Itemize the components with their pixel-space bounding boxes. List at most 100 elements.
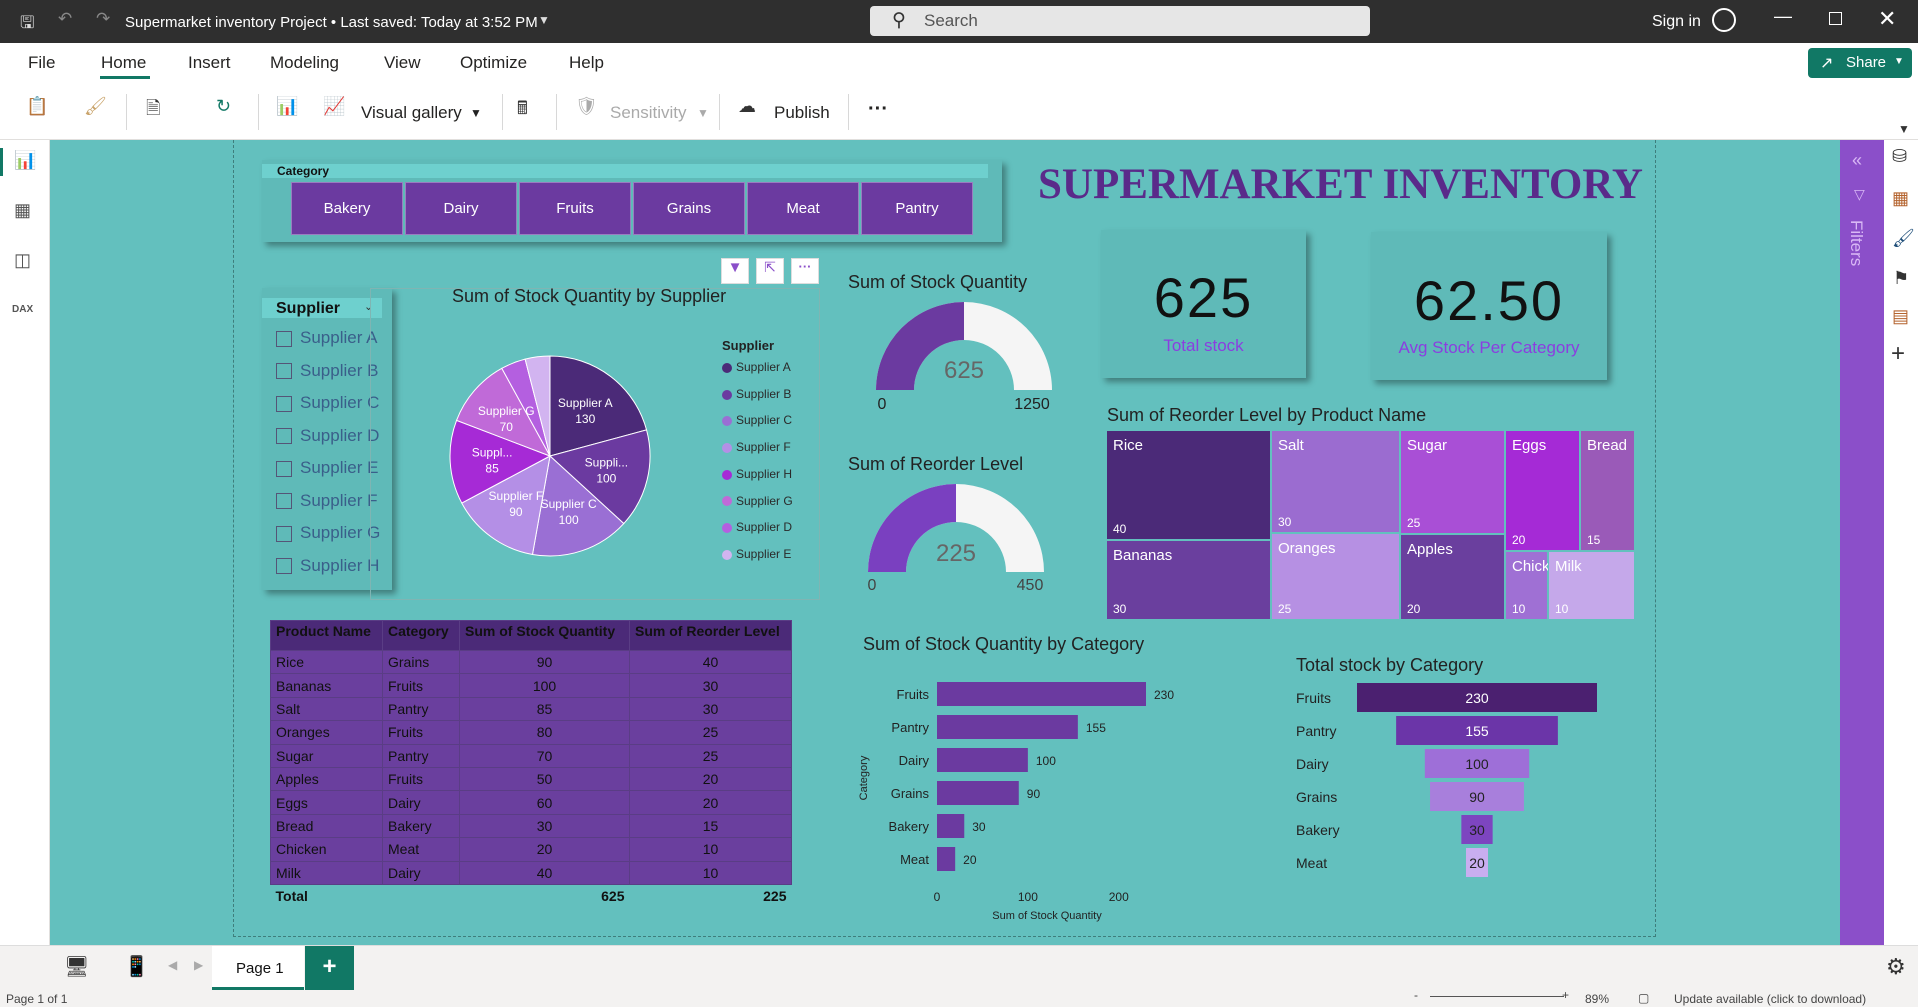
menu-optimize[interactable]: Optimize <box>460 53 527 73</box>
more-options-button[interactable]: ··· <box>868 98 888 121</box>
legend-item[interactable]: Supplier E <box>722 547 791 561</box>
table-row[interactable]: Oranges Fruits 80 25 <box>270 720 792 745</box>
maximize-icon[interactable] <box>1829 12 1842 25</box>
table-row[interactable]: Eggs Dairy 60 20 <box>270 790 792 815</box>
checkbox[interactable] <box>276 525 292 542</box>
supplier-option[interactable]: Supplier C <box>276 393 379 413</box>
expand-icon[interactable]: « <box>1852 150 1862 171</box>
menu-modeling[interactable]: Modeling <box>270 53 339 73</box>
supplier-option[interactable]: Supplier G <box>276 523 380 543</box>
visual-gallery-button[interactable]: Visual gallery <box>361 103 462 123</box>
checkbox[interactable] <box>276 460 292 477</box>
category-button-grains[interactable]: Grains <box>633 182 745 235</box>
menu-view[interactable]: View <box>384 53 421 73</box>
category-button-dairy[interactable]: Dairy <box>405 182 517 235</box>
legend-item[interactable]: Supplier B <box>722 387 791 401</box>
column-header[interactable]: Category <box>382 620 460 651</box>
mobile-view-icon[interactable]: 📱 <box>124 954 149 979</box>
focus-mode-icon[interactable]: ⇱ <box>756 258 784 284</box>
supplier-option[interactable]: Supplier F <box>276 491 377 511</box>
table-row[interactable]: Salt Pantry 85 30 <box>270 696 792 722</box>
kpi-card-avg-stock[interactable]: 62.50 Avg Stock Per Category <box>1371 232 1607 380</box>
selection-pane-icon[interactable]: ▤ <box>1892 306 1909 327</box>
legend-item[interactable]: Supplier H <box>722 467 792 481</box>
paste-icon[interactable]: 📋 <box>26 96 48 117</box>
treemap-tile[interactable]: Bananas 30 <box>1106 540 1271 620</box>
legend-item[interactable]: Supplier F <box>722 440 791 454</box>
zoom-slider[interactable] <box>1430 996 1564 997</box>
bookmark-icon[interactable]: ⚑ <box>1893 268 1909 289</box>
data-pane-icon[interactable]: ⛁ <box>1892 146 1907 167</box>
checkbox[interactable] <box>276 558 292 575</box>
menu-help[interactable]: Help <box>569 53 604 73</box>
visualizations-pane-icon[interactable]: ▦ <box>1892 188 1909 209</box>
close-icon[interactable]: ✕ <box>1878 6 1896 32</box>
treemap-tile[interactable]: Chicken 10 <box>1505 551 1566 620</box>
category-button-meat[interactable]: Meat <box>747 182 859 235</box>
table-row[interactable]: Apples Fruits 50 20 <box>270 766 792 792</box>
checkbox[interactable] <box>276 363 292 380</box>
category-button-pantry[interactable]: Pantry <box>861 182 973 235</box>
chevron-down-icon[interactable]: ▼ <box>470 106 482 120</box>
report-view-icon[interactable]: 📊 <box>14 150 36 171</box>
treemap-tile[interactable]: Bread 15 <box>1580 430 1635 551</box>
minimize-icon[interactable]: — <box>1774 6 1792 27</box>
menu-insert[interactable]: Insert <box>188 53 231 73</box>
fit-page-icon[interactable]: ▢ <box>1638 991 1649 1005</box>
table-row[interactable]: Sugar Pantry 70 25 <box>270 743 792 768</box>
checkbox[interactable] <box>276 493 292 510</box>
format-painter-icon[interactable]: 🖌 <box>84 96 107 117</box>
format-pane-icon[interactable]: 🖌 <box>1892 228 1915 249</box>
avatar-icon[interactable] <box>1712 8 1736 32</box>
table-row[interactable]: Rice Grains 90 40 <box>270 649 792 675</box>
table-row[interactable]: Chicken Meat 20 10 <box>270 837 792 862</box>
zoom-in-icon[interactable]: + <box>1562 988 1569 1002</box>
supplier-option[interactable]: Supplier A <box>276 328 378 348</box>
treemap-tile[interactable]: Milk 10 <box>1548 551 1635 620</box>
chevron-down-icon[interactable]: ▼ <box>538 13 550 27</box>
bar-chart[interactable]: Fruits 230 Pantry 155 Dairy 100 Grains 90 Bakery… <box>855 660 1245 930</box>
next-page-icon[interactable]: ▶ <box>194 958 203 972</box>
treemap-tile[interactable]: Eggs 20 <box>1505 430 1580 551</box>
legend-item[interactable]: Supplier D <box>722 520 792 534</box>
publish-button[interactable]: Publish <box>774 103 830 123</box>
supplier-option[interactable]: Supplier B <box>276 361 378 381</box>
refresh-icon[interactable]: ↻ <box>216 96 231 117</box>
treemap-tile[interactable]: Salt 30 <box>1271 430 1400 533</box>
funnel-chart[interactable]: Fruits 230 Pantry 155 Dairy 100 Grains 90 Bakery… <box>1290 675 1620 885</box>
visual-gallery-icon[interactable]: 📈 <box>323 96 345 117</box>
treemap-tile[interactable]: Oranges 25 <box>1271 533 1400 620</box>
add-pane-icon[interactable]: + <box>1891 340 1905 368</box>
category-button-bakery[interactable]: Bakery <box>291 182 403 235</box>
desktop-view-icon[interactable]: 🖥 <box>64 954 89 979</box>
page-tab[interactable]: Page 1 <box>212 946 304 990</box>
settings-icon[interactable]: ⚙ <box>1886 954 1906 980</box>
supplier-option[interactable]: Supplier D <box>276 426 379 446</box>
checkbox[interactable] <box>276 428 292 445</box>
prev-page-icon[interactable]: ◀ <box>168 958 177 972</box>
menu-file[interactable]: File <box>28 53 55 73</box>
collapse-ribbon-icon[interactable]: ▼ <box>1898 122 1910 136</box>
filter-icon[interactable]: ▼ <box>721 258 749 284</box>
column-header[interactable]: Product Name <box>270 620 383 651</box>
save-icon[interactable]: 🖫 <box>20 10 34 39</box>
publish-icon[interactable]: ☁ <box>738 96 756 117</box>
calculator-icon[interactable]: 🖩 <box>517 96 528 126</box>
treemap-chart[interactable]: Rice 40 Bananas 30 Salt 30 Oranges 25 Sugar 25 App… <box>1106 430 1635 620</box>
menu-home[interactable]: Home <box>101 53 146 73</box>
gauge-reorder[interactable]: 225 0 450 <box>855 470 1065 600</box>
undo-icon[interactable]: ↶ <box>58 9 72 29</box>
update-notice[interactable]: Update available (click to download) <box>1674 992 1866 1006</box>
category-button-fruits[interactable]: Fruits <box>519 182 631 235</box>
checkbox[interactable] <box>276 330 292 347</box>
column-header[interactable]: Sum of Reorder Level <box>629 620 792 651</box>
treemap-tile[interactable]: Sugar 25 <box>1400 430 1505 534</box>
treemap-tile[interactable]: Apples 20 <box>1400 534 1505 620</box>
sign-in-link[interactable]: Sign in <box>1652 13 1701 31</box>
zoom-out-icon[interactable]: - <box>1414 988 1418 1002</box>
supplier-option[interactable]: Supplier H <box>276 556 379 576</box>
model-view-icon[interactable]: ◫ <box>14 250 31 271</box>
kpi-card-total-stock[interactable]: 625 Total stock <box>1101 230 1306 378</box>
legend-item[interactable]: Supplier G <box>722 494 793 508</box>
table-view-icon[interactable]: ▦ <box>14 200 31 221</box>
